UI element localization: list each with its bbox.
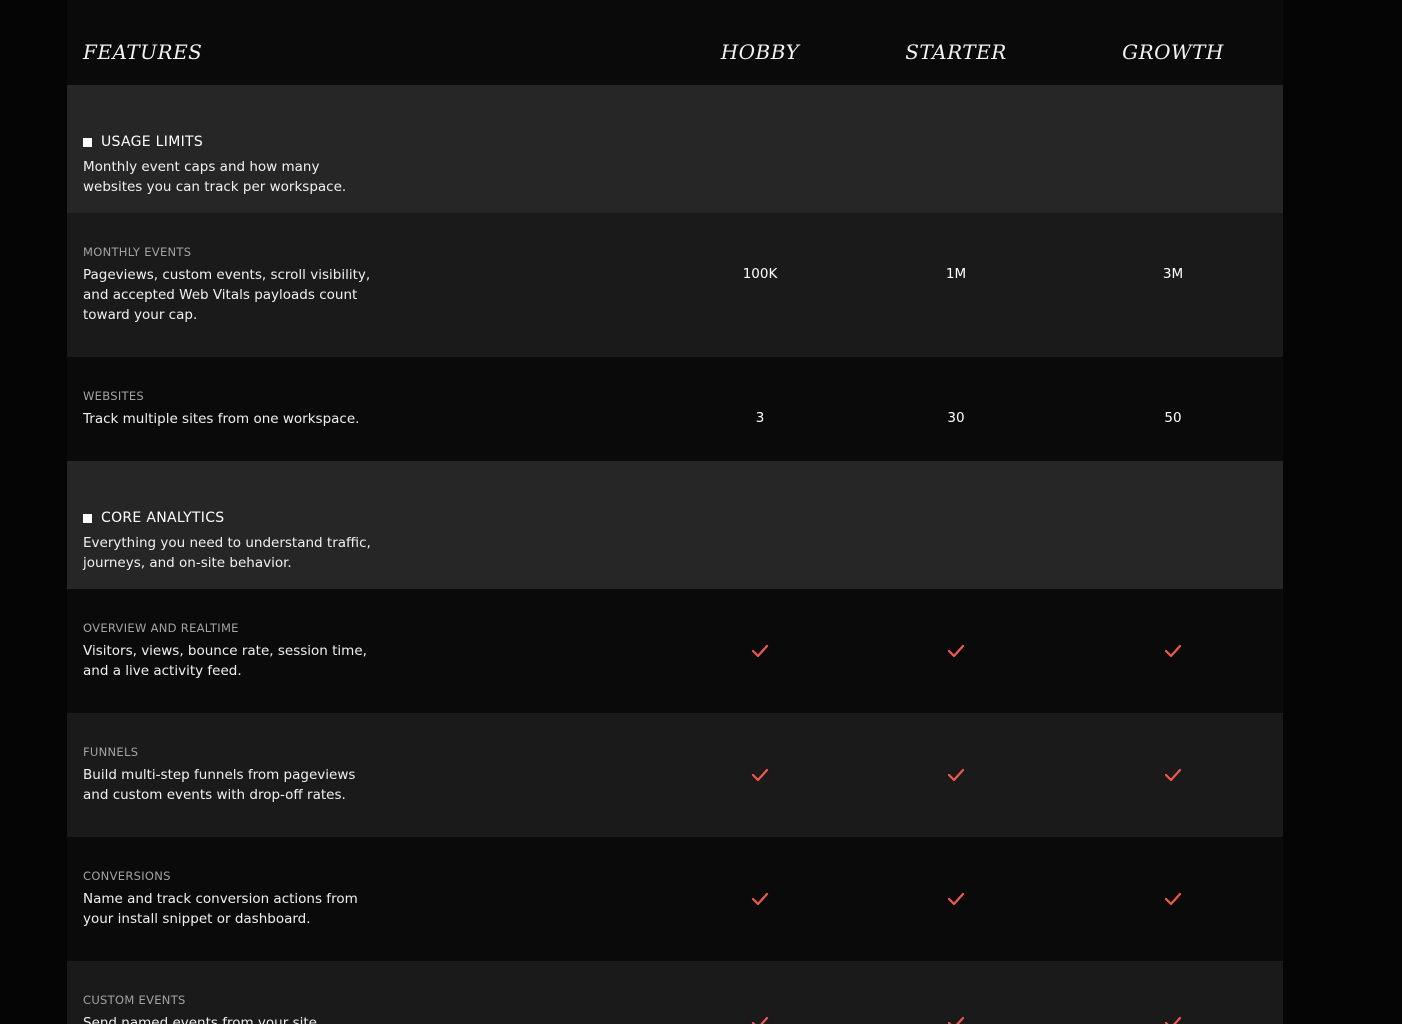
check-icon: [947, 644, 965, 658]
feature-description: Visitors, views, bounce rate, session ti…: [83, 643, 367, 679]
starter-value: 1M: [945, 266, 967, 282]
section-description: Everything you need to understand traffi…: [83, 535, 371, 571]
section-core-analytics: CORE ANALYTICS Everything you need to un…: [67, 461, 1283, 589]
plan-header-hobby: HOBBY: [720, 40, 800, 64]
check-icon: [1164, 892, 1182, 906]
check-icon: [751, 1016, 769, 1024]
check-icon: [1164, 768, 1182, 782]
feature-name: FUNNELS: [83, 745, 139, 759]
features-column-header: FEATURES: [83, 40, 203, 64]
section-title: CORE ANALYTICS: [101, 510, 225, 526]
check-icon: [1164, 1016, 1182, 1024]
check-icon: [751, 644, 769, 658]
feature-name: CONVERSIONS: [83, 869, 171, 883]
plan-header-starter: STARTER: [905, 40, 1007, 64]
section-heading: USAGE LIMITS: [83, 134, 203, 150]
table-row-overview-realtime: OVERVIEW AND REALTIME Visitors, views, b…: [67, 589, 1283, 713]
square-bullet-icon: [83, 137, 92, 147]
feature-name: MONTHLY EVENTS: [83, 245, 192, 259]
feature-name: CUSTOM EVENTS: [83, 993, 186, 1007]
section-heading: CORE ANALYTICS: [83, 510, 224, 526]
check-icon: [947, 892, 965, 906]
hobby-value: 100K: [742, 266, 778, 282]
check-icon: [947, 1016, 965, 1024]
table-row-custom-events: CUSTOM EVENTS Send named events from you…: [67, 961, 1283, 1024]
hobby-value: 3: [755, 410, 765, 426]
square-bullet-icon: [83, 513, 92, 523]
table-row-conversions: CONVERSIONS Name and track conversion ac…: [67, 837, 1283, 961]
growth-value: 3M: [1162, 266, 1184, 282]
check-icon: [751, 892, 769, 906]
feature-description: Build multi-step funnels from pageviews …: [83, 767, 356, 803]
starter-value: 30: [947, 410, 965, 426]
feature-description: Track multiple sites from one workspace.: [83, 411, 360, 427]
section-title: USAGE LIMITS: [101, 134, 204, 150]
feature-description: Pageviews, custom events, scroll visibil…: [83, 267, 371, 323]
feature-description: Send named events from your site: [83, 1015, 317, 1024]
feature-comparison-table: FEATURES HOBBY STARTER GROWTH USAGE LIMI…: [67, 0, 1283, 1024]
feature-name: OVERVIEW AND REALTIME: [83, 621, 239, 635]
check-icon: [751, 768, 769, 782]
growth-value: 50: [1164, 410, 1182, 426]
section-description: Monthly event caps and how many websites…: [83, 159, 347, 195]
section-usage-limits: USAGE LIMITS Monthly event caps and how …: [67, 85, 1283, 213]
table-header: FEATURES HOBBY STARTER GROWTH: [67, 0, 1283, 85]
feature-description: Name and track conversion actions from y…: [83, 891, 358, 927]
check-icon: [947, 768, 965, 782]
table-row-monthly-events: MONTHLY EVENTS Pageviews, custom events,…: [67, 213, 1283, 357]
table-row-websites: WEBSITES Track multiple sites from one w…: [67, 357, 1283, 461]
plan-header-growth: GROWTH: [1122, 40, 1224, 64]
table-row-funnels: FUNNELS Build multi-step funnels from pa…: [67, 713, 1283, 837]
check-icon: [1164, 644, 1182, 658]
feature-name: WEBSITES: [83, 389, 145, 403]
